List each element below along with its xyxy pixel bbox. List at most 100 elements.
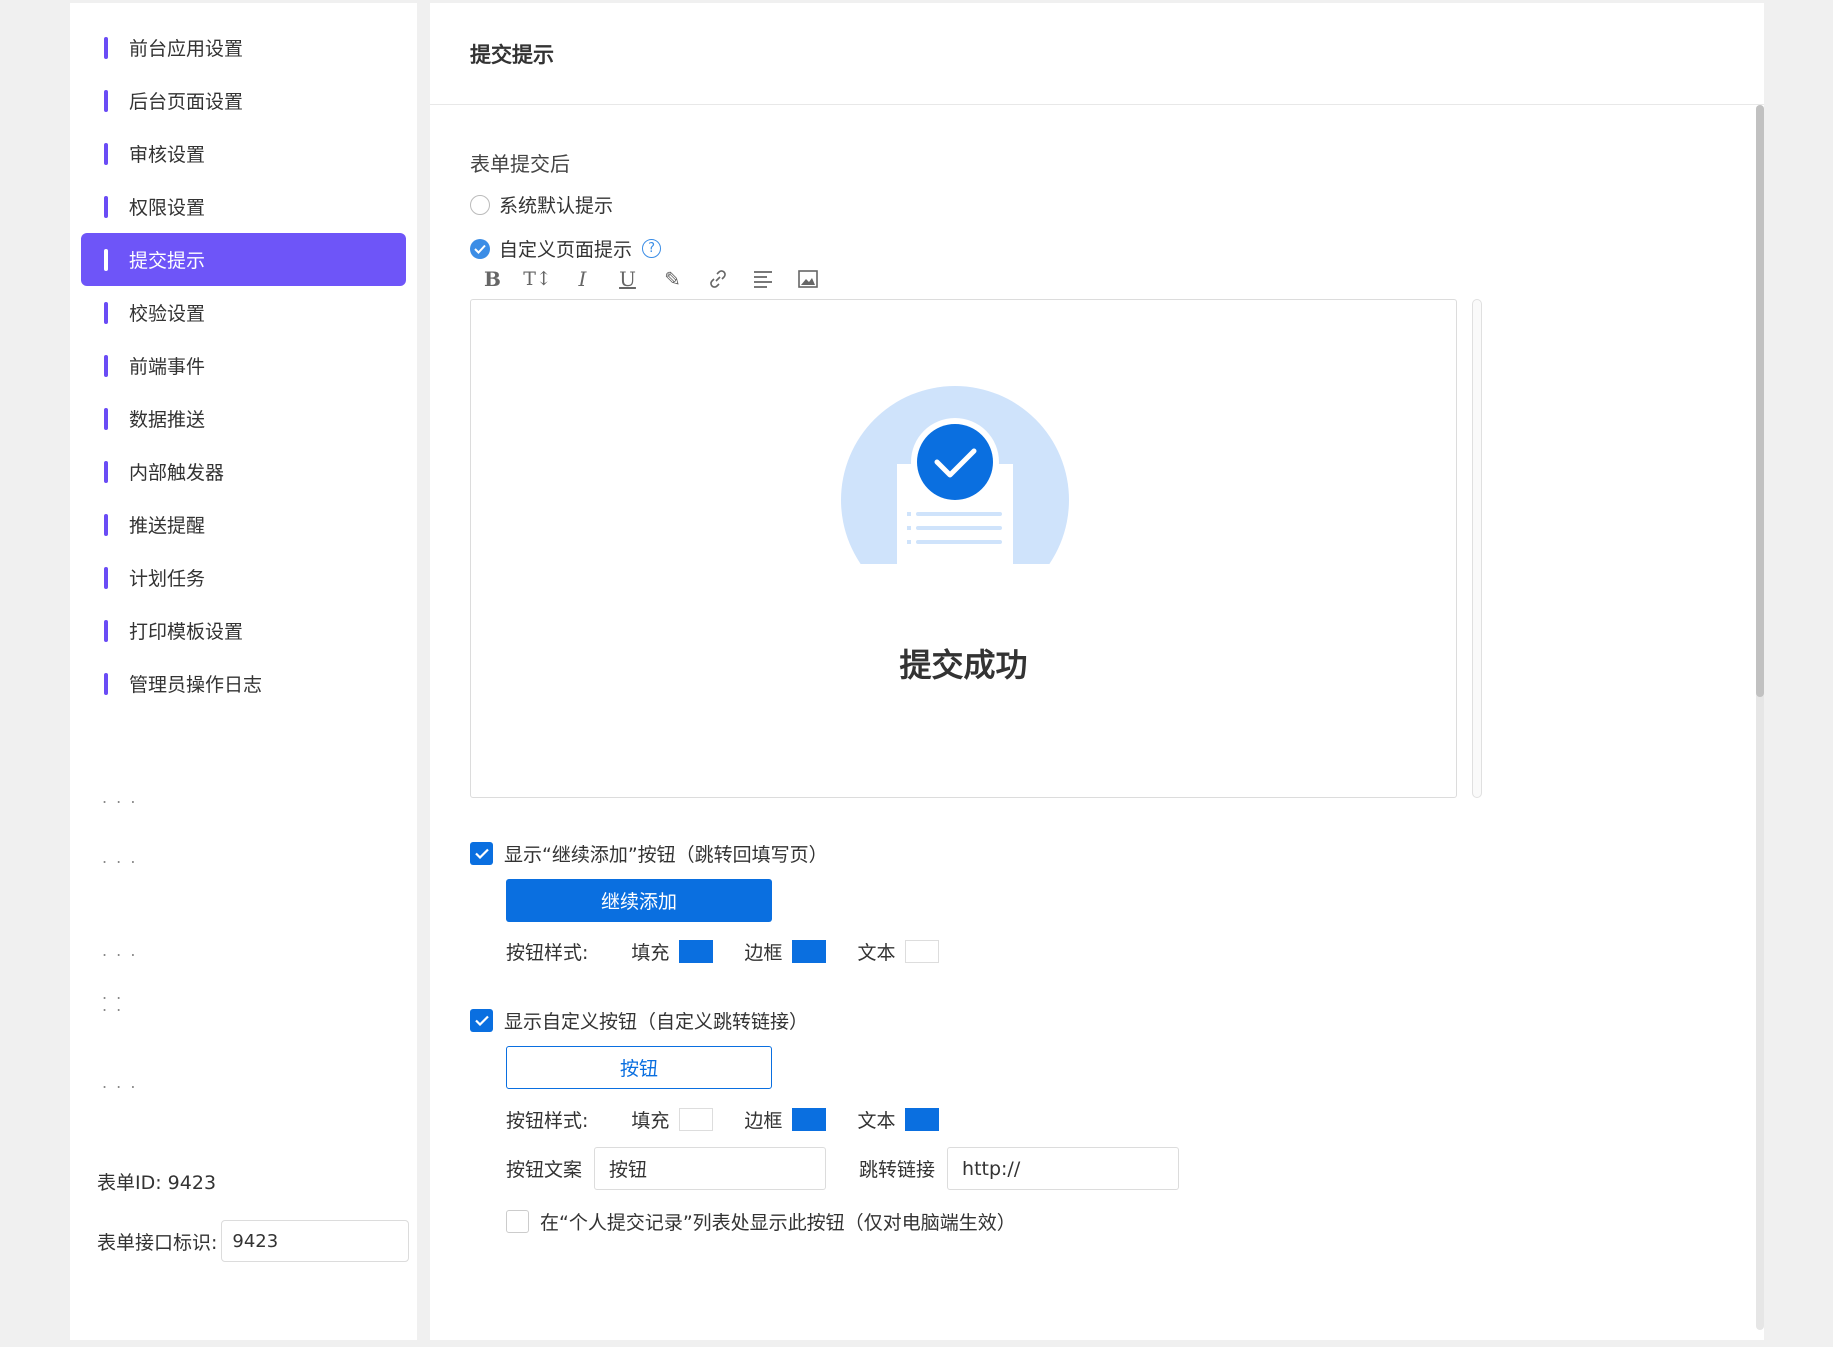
- border-label: 边框: [744, 942, 783, 964]
- show-in-record-checkbox[interactable]: 在“个人提交记录”列表处显示此按钮（仅对电脑端生效）: [506, 1208, 1016, 1235]
- ellipsis-item: . . .: [102, 848, 138, 867]
- ellipsis-item: . . .: [102, 788, 138, 807]
- sidebar-item-admin-log[interactable]: 管理员操作日志: [81, 657, 406, 710]
- sidebar-item-label: 审核设置: [129, 144, 206, 166]
- custom-button-style-row: 按钮样式: 填充 边框 文本: [506, 1106, 940, 1133]
- sidebar-item-frontend-events[interactable]: 前端事件: [81, 339, 406, 392]
- continue-add-button[interactable]: 继续添加: [506, 879, 772, 922]
- nav-indicator: [104, 89, 108, 112]
- bold-icon[interactable]: B: [480, 266, 505, 291]
- sidebar-item-label: 推送提醒: [129, 515, 206, 537]
- button-text-input[interactable]: [594, 1147, 827, 1190]
- radio-unchecked-icon[interactable]: [470, 194, 490, 215]
- checkbox-unchecked-icon[interactable]: [506, 1210, 529, 1233]
- style-label: 按钮样式:: [506, 942, 589, 964]
- text-color-swatch[interactable]: [905, 940, 940, 963]
- custom-button-preview[interactable]: 按钮: [506, 1046, 772, 1089]
- ellipsis-item: . . . .: [102, 984, 124, 1015]
- sidebar-item-review[interactable]: 审核设置: [81, 127, 406, 180]
- border-label: 边框: [744, 1110, 783, 1132]
- form-id-label: 表单ID: 9423: [97, 1172, 217, 1194]
- fill-color-swatch[interactable]: [679, 1108, 714, 1131]
- nav-indicator: [104, 619, 108, 642]
- nav-indicator: [104, 36, 108, 59]
- sidebar-item-label: 内部触发器: [129, 462, 225, 484]
- sidebar-item-label: 提交提示: [129, 250, 206, 272]
- fill-option: 填充: [631, 1106, 714, 1133]
- sidebar-item-label: 数据推送: [129, 409, 206, 431]
- link-input[interactable]: [947, 1147, 1180, 1190]
- sidebar-item-label: 计划任务: [129, 568, 206, 590]
- checkbox-label: 显示自定义按钮（自定义跳转链接）: [504, 1011, 809, 1033]
- image-icon[interactable]: [795, 266, 820, 291]
- form-key-row: 表单接口标识:: [97, 1220, 410, 1262]
- border-option: 边框: [744, 1106, 827, 1133]
- underline-icon[interactable]: U: [615, 266, 640, 291]
- radio-custom-tip[interactable]: 自定义页面提示 ?: [470, 235, 662, 262]
- link-label: 跳转链接: [859, 1159, 936, 1181]
- text-size-icon[interactable]: T↕: [523, 266, 552, 291]
- nav-indicator: [104, 407, 108, 430]
- ellipsis-item: . . .: [102, 941, 138, 960]
- main-scrollbar[interactable]: [1756, 105, 1764, 1330]
- nav-indicator: [104, 513, 108, 536]
- success-title: 提交成功: [899, 646, 1028, 684]
- sidebar-item-submit-tip[interactable]: 提交提示: [81, 233, 406, 286]
- continue-button-style-row: 按钮样式: 填充 边框 文本: [506, 938, 940, 965]
- highlighter-icon[interactable]: ✎: [660, 266, 685, 291]
- checkbox-checked-icon[interactable]: [470, 1009, 493, 1032]
- radio-checked-icon[interactable]: [470, 238, 490, 259]
- form-key-label: 表单接口标识:: [97, 1231, 218, 1254]
- button-text-label: 按钮文案: [506, 1159, 583, 1181]
- sidebar-item-label: 校验设置: [129, 303, 206, 325]
- page-title: 提交提示: [470, 42, 554, 67]
- nav-indicator: [104, 672, 108, 695]
- fill-label: 填充: [631, 1110, 670, 1132]
- link-icon[interactable]: [705, 266, 730, 291]
- style-label: 按钮样式:: [506, 1110, 589, 1132]
- nav-indicator: [104, 195, 108, 218]
- after-submit-label: 表单提交后: [470, 152, 570, 176]
- border-color-swatch[interactable]: [792, 940, 827, 963]
- sidebar-item-data-push[interactable]: 数据推送: [81, 392, 406, 445]
- italic-icon[interactable]: I: [570, 266, 595, 291]
- border-color-swatch[interactable]: [792, 1108, 827, 1131]
- sidebar-item-push-reminder[interactable]: 推送提醒: [81, 498, 406, 551]
- rich-text-editor[interactable]: 提交成功: [470, 299, 1457, 798]
- settings-sidebar: 前台应用设置 后台页面设置 审核设置 权限设置 提交提示 校验设置 前端事件 数…: [70, 3, 417, 1340]
- custom-button-fields: 按钮文案 跳转链接: [506, 1147, 1180, 1190]
- main-header: 提交提示: [430, 3, 1764, 105]
- nav-indicator: [104, 301, 108, 324]
- fill-color-swatch[interactable]: [679, 940, 714, 963]
- text-color-swatch[interactable]: [905, 1108, 940, 1131]
- radio-label: 系统默认提示: [499, 195, 614, 217]
- sidebar-item-validation[interactable]: 校验设置: [81, 286, 406, 339]
- sidebar-item-frontend-app[interactable]: 前台应用设置: [81, 21, 406, 74]
- form-key-input[interactable]: [221, 1220, 410, 1262]
- main-panel: 提交提示 表单提交后 系统默认提示 自定义页面提示 ? B T↕ I U ✎ 提…: [430, 3, 1764, 1340]
- help-icon[interactable]: ?: [642, 239, 662, 258]
- sidebar-item-backend-page[interactable]: 后台页面设置: [81, 74, 406, 127]
- show-custom-button-checkbox[interactable]: 显示自定义按钮（自定义跳转链接）: [470, 1007, 808, 1034]
- sidebar-item-scheduled-task[interactable]: 计划任务: [81, 551, 406, 604]
- ellipsis-item: . . .: [102, 1073, 138, 1092]
- sidebar-item-label: 管理员操作日志: [129, 674, 263, 696]
- scrollbar-thumb[interactable]: [1756, 105, 1764, 697]
- editor-scrollbar[interactable]: [1472, 299, 1482, 798]
- checkbox-checked-icon[interactable]: [470, 842, 493, 865]
- text-label: 文本: [857, 1110, 896, 1132]
- show-continue-checkbox[interactable]: 显示“继续添加”按钮（跳转回填写页）: [470, 840, 828, 867]
- radio-default-tip[interactable]: 系统默认提示: [470, 191, 613, 218]
- align-left-icon[interactable]: [750, 266, 775, 291]
- sidebar-item-permission[interactable]: 权限设置: [81, 180, 406, 233]
- sidebar-item-label: 前台应用设置: [129, 38, 244, 60]
- sidebar-item-print-template[interactable]: 打印模板设置: [81, 604, 406, 657]
- editor-toolbar: B T↕ I U ✎: [480, 266, 820, 291]
- nav-indicator: [104, 142, 108, 165]
- sidebar-item-internal-trigger[interactable]: 内部触发器: [81, 445, 406, 498]
- checkbox-label: 在“个人提交记录”列表处显示此按钮（仅对电脑端生效）: [540, 1212, 1016, 1234]
- nav-indicator: [104, 354, 108, 377]
- sidebar-item-label: 权限设置: [129, 197, 206, 219]
- nav-indicator: [104, 460, 108, 483]
- success-illustration: [839, 386, 1071, 566]
